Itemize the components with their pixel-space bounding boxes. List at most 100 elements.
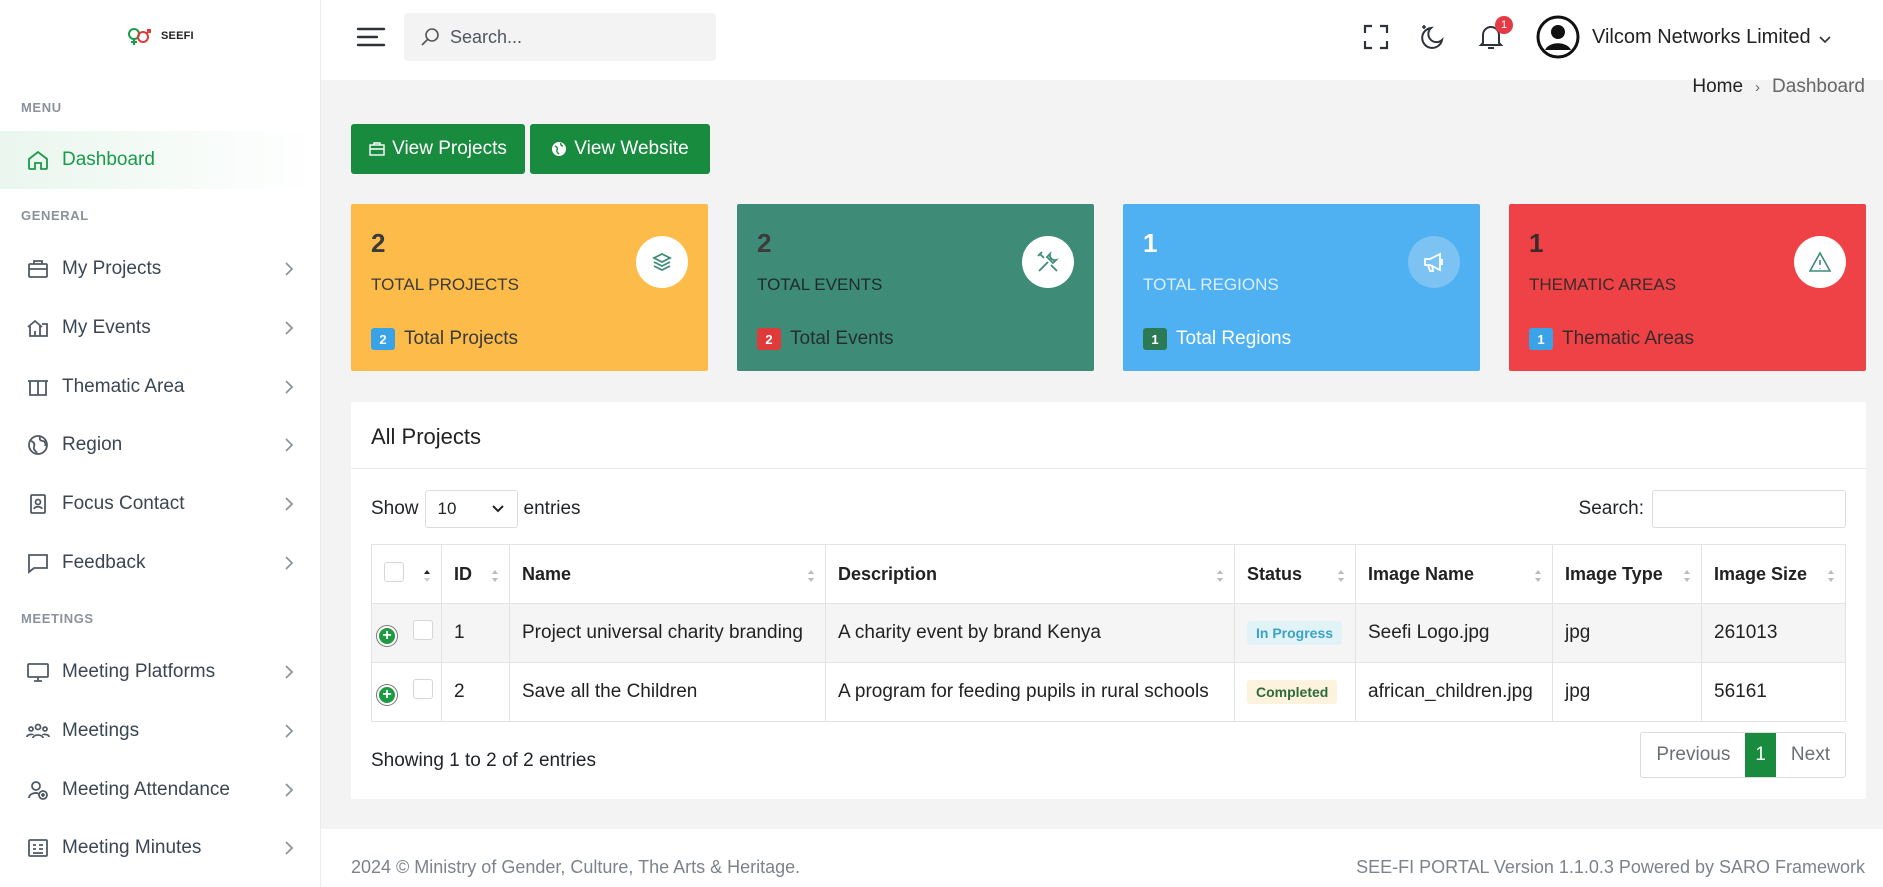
stat-card-projects[interactable]: 2 TOTAL PROJECTS 2 Total Projects (351, 204, 708, 371)
projects-panel: All Projects Show 10 entries Search: ID … (351, 402, 1866, 799)
page-button-1[interactable]: 1 (1745, 733, 1776, 777)
next-button[interactable]: Next (1776, 733, 1845, 777)
sidebar-item-focus-contact[interactable]: Focus Contact (0, 475, 320, 533)
column-header-image-type[interactable]: Image Type (1552, 544, 1702, 604)
column-header-id[interactable]: ID (441, 544, 510, 604)
sort-icon (808, 570, 814, 582)
breadcrumb-current: Dashboard (1772, 76, 1865, 97)
previous-button[interactable]: Previous (1641, 733, 1745, 777)
tools-icon (1022, 236, 1074, 288)
view-projects-button[interactable]: View Projects (351, 124, 525, 174)
column-label: Status (1247, 563, 1303, 584)
status-badge: Completed (1247, 680, 1338, 704)
breadcrumb: Home › Dashboard (1692, 76, 1865, 98)
logo[interactable]: SEEFI (126, 24, 194, 48)
book-icon (28, 380, 48, 396)
sidebar-item-meetings[interactable]: Meetings (0, 702, 320, 760)
warning-icon (1794, 236, 1846, 288)
sidebar-item-meeting-attendance[interactable]: Meeting Attendance (0, 761, 320, 819)
column-label: Image Size (1714, 563, 1808, 584)
sidebar-item-label: Thematic Area (62, 376, 185, 397)
row-checkbox[interactable] (412, 679, 433, 699)
stat-card-events[interactable]: 2 TOTAL EVENTS 2 Total Events (737, 204, 1094, 371)
view-website-label: View Website (574, 138, 689, 159)
cell-image-name: Seefi Logo.jpg (1355, 603, 1553, 663)
cell-name: Project universal charity branding (509, 603, 826, 663)
expand-row-icon[interactable]: + (377, 626, 397, 646)
stat-label: TOTAL REGIONS (1143, 275, 1279, 294)
user-menu[interactable]: Vilcom Networks Limited (1536, 15, 1833, 59)
sidebar-item-label: Dashboard (62, 149, 155, 170)
row-checkbox[interactable] (412, 620, 433, 640)
briefcase-icon (28, 260, 48, 278)
sidebar-item-meeting-minutes[interactable]: Meeting Minutes (0, 819, 320, 877)
notifications-button[interactable]: 1 (1476, 16, 1513, 52)
sidebar-item-feedback[interactable]: Feedback (0, 534, 320, 592)
user-name: Vilcom Networks Limited (1592, 25, 1811, 48)
table-row[interactable]: + 1 Project universal charity branding A… (371, 603, 1846, 663)
cell-image-type: jpg (1552, 603, 1702, 663)
dark-mode-toggle[interactable] (1418, 22, 1448, 52)
sidebar-item-meeting-platforms[interactable]: Meeting Platforms (0, 643, 320, 701)
sidebar-item-my-events[interactable]: My Events (0, 299, 320, 357)
sidebar-item-thematic-area[interactable]: Thematic Area (0, 358, 320, 416)
panel-title: All Projects (371, 424, 482, 449)
chevron-right-icon (285, 497, 294, 511)
stat-card-thematic[interactable]: 1 THEMATIC AREAS 1 Thematic Areas (1509, 204, 1866, 371)
sidebar-item-label: Feedback (62, 552, 146, 573)
sidebar-item-region[interactable]: Region (0, 416, 320, 474)
select-all-checkbox[interactable] (384, 561, 404, 582)
sidebar-item-my-projects[interactable]: My Projects (0, 240, 320, 298)
sidebar-item-label: Meeting Platforms (62, 661, 216, 682)
sort-icon (1535, 570, 1541, 582)
sidebar-item-label: Meeting Minutes (62, 837, 202, 858)
page-length-select[interactable]: 10 (424, 490, 518, 528)
globe-icon (28, 435, 48, 455)
seefi-logo-icon (128, 28, 151, 45)
sort-icon (1828, 570, 1834, 582)
moon-icon (1421, 25, 1444, 49)
stat-footer: Thematic Areas (1562, 328, 1694, 349)
select-all-header[interactable] (371, 544, 442, 604)
people-icon (26, 723, 50, 739)
table-row[interactable]: + 2 Save all the Children A program for … (371, 662, 1846, 722)
cell-image-size: 261013 (1701, 603, 1846, 663)
stat-badge: 1 (1529, 328, 1553, 350)
menu-toggle-icon[interactable] (356, 24, 386, 50)
column-header-description[interactable]: Description (825, 544, 1235, 604)
search-input[interactable] (450, 26, 700, 48)
notes-icon (28, 839, 48, 857)
chevron-right-icon (285, 556, 294, 570)
home-icon (28, 150, 48, 170)
footer-copyright: 2024 © Ministry of Gender, Culture, The … (351, 857, 801, 877)
column-header-status[interactable]: Status (1234, 544, 1356, 604)
column-label: Name (522, 563, 572, 584)
table-search: Search: (1579, 490, 1846, 528)
pagination: Previous 1 Next (1640, 732, 1846, 778)
logo-text: SEEFI (161, 30, 194, 42)
sidebar-item-dashboard[interactable]: Dashboard (0, 131, 320, 189)
column-header-image-name[interactable]: Image Name (1355, 544, 1553, 604)
column-header-name[interactable]: Name (509, 544, 826, 604)
expand-row-icon[interactable]: + (377, 685, 397, 705)
column-header-image-size[interactable]: Image Size (1701, 544, 1846, 604)
fullscreen-button[interactable] (1361, 22, 1391, 52)
chevron-right-icon (285, 321, 294, 335)
divider (351, 468, 1866, 469)
view-website-button[interactable]: View Website (530, 124, 710, 174)
cell-image-name: african_children.jpg (1355, 662, 1553, 722)
sidebar-item-label: Meeting Attendance (62, 779, 230, 800)
stat-label: TOTAL PROJECTS (371, 275, 519, 294)
table-search-input[interactable] (1652, 490, 1846, 528)
show-label: Show (371, 498, 419, 519)
stat-card-regions[interactable]: 1 TOTAL REGIONS 1 Total Regions (1123, 204, 1480, 371)
section-general: GENERAL (21, 208, 89, 223)
cell-id: 1 (441, 603, 510, 663)
cell-image-type: jpg (1552, 662, 1702, 722)
chevron-right-icon: › (1755, 78, 1761, 96)
briefcase-icon (369, 142, 385, 156)
row-controls: + (371, 662, 442, 722)
stat-footer: Total Regions (1176, 328, 1292, 349)
sort-asc-icon (424, 570, 430, 582)
breadcrumb-home[interactable]: Home (1692, 76, 1743, 98)
